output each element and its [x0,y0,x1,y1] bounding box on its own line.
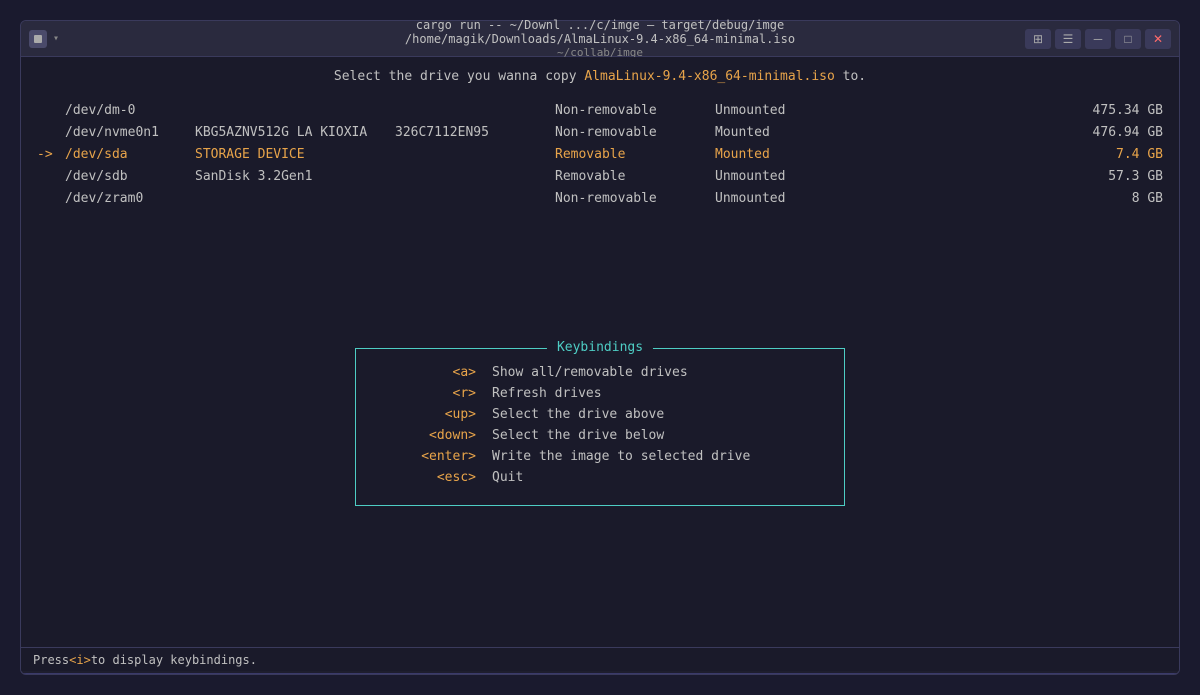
model-sda: STORAGE DEVICE [195,147,395,162]
key-esc: <esc> [396,470,476,485]
model-sdb: SanDisk 3.2Gen1 [195,169,395,184]
removable-sdb: Removable [555,169,715,184]
size-zram: 8 GB [845,191,1163,206]
keybindings-title: Keybindings [547,340,653,355]
key-enter: <enter> [396,449,476,464]
mounted-sdb: Unmounted [715,169,845,184]
removable-sda: Removable [555,147,715,162]
drives-table: /dev/dm-0 Non-removable Unmounted 475.34… [37,100,1163,210]
keybinding-a: <a> Show all/removable drives [396,365,804,380]
keybinding-enter: <enter> Write the image to selected driv… [396,449,804,464]
desc-down: Select the drive below [492,428,664,443]
header-prefix: Select the drive you wanna copy [334,69,584,84]
desc-r: Refresh drives [492,386,602,401]
status-bar: Press <i> to display keybindings. [21,647,1179,671]
mounted-sda: Mounted [715,147,845,162]
titlebar-left: ▾ [29,30,59,48]
drive-row-sdb: /dev/sdb SanDisk 3.2Gen1 Removable Unmou… [37,166,1163,186]
dev-sdb: /dev/sdb [65,169,195,184]
mounted-zram: Unmounted [715,191,845,206]
dev-zram: /dev/zram0 [65,191,195,206]
key-up: <up> [396,407,476,422]
removable-nvme: Non-removable [555,125,715,140]
chevron-icon: ▾ [53,33,59,44]
maximize-button[interactable]: □ [1115,29,1141,49]
removable-zram: Non-removable [555,191,715,206]
key-r: <r> [396,386,476,401]
key-down: <down> [396,428,476,443]
drive-row-zram: /dev/zram0 Non-removable Unmounted 8 GB [37,188,1163,208]
grid-button[interactable]: ⊞ [1025,29,1051,49]
titlebar-center: cargo run -- ~/Downl .../c/imge — target… [300,20,900,59]
close-button[interactable]: ✕ [1145,29,1171,49]
window-title: cargo run -- ~/Downl .../c/imge — target… [300,20,900,46]
size-sdb: 57.3 GB [845,169,1163,184]
mounted-dm0: Unmounted [715,103,845,118]
keybinding-up: <up> Select the drive above [396,407,804,422]
avatar-icon [29,30,47,48]
keybinding-r: <r> Refresh drives [396,386,804,401]
menu-button[interactable]: ☰ [1055,29,1081,49]
key-a: <a> [396,365,476,380]
separator-line [21,673,1179,674]
desc-esc: Quit [492,470,523,485]
desc-up: Select the drive above [492,407,664,422]
dev-nvme: /dev/nvme0n1 [65,125,195,140]
arrow-sda: -> [37,147,65,162]
model-nvme: KBG5AZNV512G LA KIOXIA [195,125,395,140]
size-dm0: 475.34 GB [845,103,1163,118]
status-key: <i> [69,653,91,667]
terminal-body: Select the drive you wanna copy AlmaLinu… [21,57,1179,647]
status-prefix: Press [33,653,69,667]
dev-sda: /dev/sda [65,147,195,162]
desc-a: Show all/removable drives [492,365,688,380]
window-controls: ⊞ ☰ ─ □ ✕ [1025,29,1171,49]
titlebar: ▾ cargo run -- ~/Downl .../c/imge — targ… [21,21,1179,57]
keybinding-down: <down> Select the drive below [396,428,804,443]
drive-row-sda[interactable]: -> /dev/sda STORAGE DEVICE Removable Mou… [37,144,1163,164]
dev-dm0: /dev/dm-0 [65,103,195,118]
desc-enter: Write the image to selected drive [492,449,750,464]
keybindings-container: Keybindings <a> Show all/removable drive… [37,218,1163,635]
header-line: Select the drive you wanna copy AlmaLinu… [37,69,1163,84]
size-sda: 7.4 GB [845,147,1163,162]
keybindings-box: Keybindings <a> Show all/removable drive… [355,348,845,506]
terminal-window: ▾ cargo run -- ~/Downl .../c/imge — targ… [20,20,1180,675]
drive-row-dm0: /dev/dm-0 Non-removable Unmounted 475.34… [37,100,1163,120]
iso-filename: AlmaLinux-9.4-x86_64-minimal.iso [584,69,834,84]
removable-dm0: Non-removable [555,103,715,118]
serial-nvme: 326C7112EN95 [395,125,555,140]
minimize-button[interactable]: ─ [1085,29,1111,49]
size-nvme: 476.94 GB [845,125,1163,140]
drive-row-nvme: /dev/nvme0n1 KBG5AZNV512G LA KIOXIA 326C… [37,122,1163,142]
header-suffix: to. [835,69,866,84]
mounted-nvme: Mounted [715,125,845,140]
keybinding-esc: <esc> Quit [396,470,804,485]
status-suffix: to display keybindings. [91,653,257,667]
